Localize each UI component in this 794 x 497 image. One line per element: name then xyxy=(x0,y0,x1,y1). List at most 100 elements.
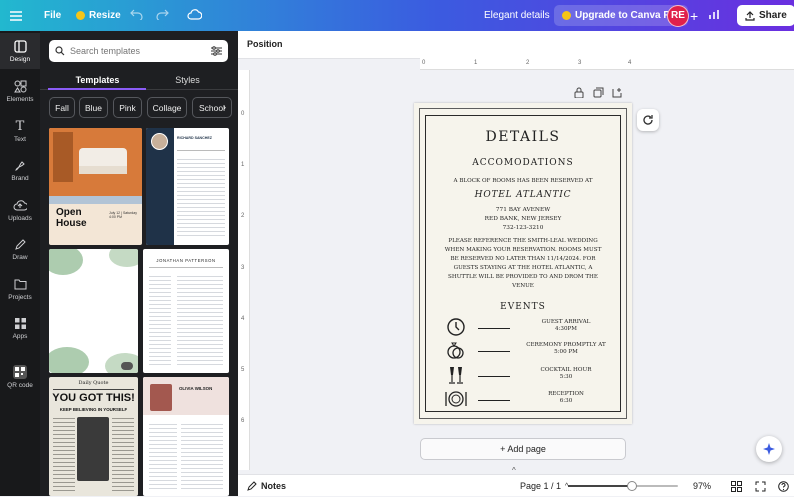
fullscreen-icon[interactable] xyxy=(755,475,766,497)
page-indicator-button[interactable]: Page 1 / 1 ^ xyxy=(520,475,568,497)
page-title[interactable]: DETAILS xyxy=(414,129,632,145)
filter-icon[interactable] xyxy=(211,46,222,56)
zoom-slider-knob[interactable] xyxy=(626,481,637,491)
event-row[interactable]: CEREMONY PROMPTLY AT 5:00 PM xyxy=(444,340,610,362)
side-rail: Design Elements T Text Brand Uploads Dra… xyxy=(0,31,40,496)
chip-fall[interactable]: Fall xyxy=(49,97,75,118)
add-page-icon[interactable] xyxy=(612,87,623,101)
zoom-slider[interactable] xyxy=(568,481,678,491)
ruler-tick: 2 xyxy=(241,213,245,219)
position-button[interactable]: Position xyxy=(247,39,283,49)
chip-blue[interactable]: Blue xyxy=(79,97,108,118)
phone-number[interactable]: 732-123-3210 xyxy=(414,225,632,231)
events-heading[interactable]: EVENTS xyxy=(414,302,632,312)
zoom-level[interactable]: 97% xyxy=(693,475,711,497)
redo-icon[interactable] xyxy=(156,9,169,23)
search-box[interactable] xyxy=(49,40,228,62)
ruler-tick: 3 xyxy=(241,265,245,271)
rail-label: QR code xyxy=(7,382,33,389)
analytics-icon[interactable] xyxy=(709,9,721,23)
rail-item-qr-code[interactable]: QR code xyxy=(0,359,40,395)
champagne-icon xyxy=(449,367,463,384)
notes-label: Notes xyxy=(261,481,287,491)
lock-icon[interactable] xyxy=(574,87,584,101)
upgrade-label: Upgrade to Canva Pro xyxy=(575,10,681,21)
paragraph-line-5[interactable]: SHUTTLE WILL BE PROVIDED TO AND DROM THE xyxy=(414,274,632,280)
event-text: RECEPTION 6:30 xyxy=(548,391,584,405)
paragraph-line-2[interactable]: WHEN MAKING YOUR RESERVATION. ROOMS MUST xyxy=(414,247,632,253)
notes-button[interactable]: Notes xyxy=(247,475,286,497)
rail-item-brand[interactable]: Brand xyxy=(0,152,40,188)
chevron-right-icon[interactable]: › xyxy=(223,102,226,112)
design-page[interactable]: DETAILS ACCOMODATIONS A BLOCK OF ROOMS H… xyxy=(414,103,632,424)
rail-item-apps[interactable]: Apps xyxy=(0,310,40,346)
duplicate-icon[interactable] xyxy=(593,87,604,101)
event-row[interactable]: COCKTAIL HOUR 5:30 xyxy=(444,365,610,387)
resize-button[interactable]: Resize xyxy=(70,7,127,24)
avatar[interactable]: RE xyxy=(667,4,689,27)
chip-school[interactable]: School xyxy=(192,97,232,118)
elements-icon xyxy=(13,79,27,93)
hotel-name[interactable]: HOTEL ATLANTIC xyxy=(414,190,632,200)
rail-item-projects[interactable]: Projects xyxy=(0,271,40,307)
templates-panel: Templates Styles Fall Blue Pink Collage … xyxy=(40,31,238,496)
ruler-tick: 1 xyxy=(241,162,245,168)
event-row[interactable]: RECEPTION 6:30 xyxy=(444,389,610,411)
leaf-top-right xyxy=(109,249,138,267)
tab-styles[interactable]: Styles xyxy=(138,71,237,89)
resume-line xyxy=(177,150,225,151)
tab-templates[interactable]: Templates xyxy=(48,71,147,89)
paragraph-line-3[interactable]: BE RESERVED NO LATER THAN 11/14/2024. FO… xyxy=(414,256,632,262)
template-thumb-resume-olivia[interactable]: OLIVIA WILSON xyxy=(143,377,229,496)
help-icon[interactable] xyxy=(778,475,789,497)
rail-item-elements[interactable]: Elements xyxy=(0,73,40,109)
template-thumb-open-house[interactable]: Open House July 12 | Saturday 4:00 PM xyxy=(49,128,142,245)
horizontal-ruler: 0 1 2 3 4 xyxy=(420,58,794,70)
address-line-1[interactable]: 771 BAY AVENEW xyxy=(414,207,632,213)
share-icon xyxy=(745,10,755,21)
template-thumb-resume-jonathan[interactable]: JONATHAN PATTERSON xyxy=(143,249,229,373)
ruler-tick: 2 xyxy=(526,60,530,66)
refresh-icon xyxy=(643,115,653,125)
menu-button[interactable] xyxy=(10,0,22,31)
label-strip xyxy=(49,196,142,204)
file-menu[interactable]: File xyxy=(38,7,67,24)
undo-icon[interactable] xyxy=(130,9,143,23)
rail-item-design[interactable]: Design xyxy=(0,33,40,69)
design-icon xyxy=(13,39,27,53)
chip-pink[interactable]: Pink xyxy=(113,97,142,118)
rail-item-uploads[interactable]: Uploads xyxy=(0,192,40,228)
resize-crown-icon xyxy=(76,11,85,20)
event-text: CEREMONY PROMPTLY AT 5:00 PM xyxy=(526,342,606,356)
block-line[interactable]: A BLOCK OF ROOMS HAS BEEN RESERVED AT xyxy=(414,178,632,184)
event-row[interactable]: GUEST ARRIVAL 4:30PM xyxy=(444,317,610,339)
projects-icon xyxy=(13,277,27,291)
rail-label: Uploads xyxy=(8,215,32,222)
resume-photo xyxy=(151,133,168,150)
chip-collage[interactable]: Collage xyxy=(147,97,187,118)
search-input[interactable] xyxy=(70,46,206,56)
text-icon: T xyxy=(15,118,25,134)
resume2-name: JONATHAN PATTERSON xyxy=(156,258,216,263)
magic-assistant-button[interactable] xyxy=(756,436,782,462)
document-title[interactable]: Elegant details xyxy=(484,10,550,21)
grid-view-icon[interactable] xyxy=(731,475,742,497)
share-button[interactable]: Share xyxy=(737,5,794,26)
rail-item-text[interactable]: T Text xyxy=(0,113,40,149)
paragraph-line-4[interactable]: GUESTS STAYING AT THE HOTEL ATLANTIC, A xyxy=(414,265,632,271)
paragraph-line-1[interactable]: PLEASE REFERENCE THE SMITH-LEAL WEDDING xyxy=(414,238,632,244)
paragraph-line-6[interactable]: VENUE xyxy=(414,283,632,289)
rail-item-draw[interactable]: Draw xyxy=(0,231,40,267)
ruler-tick: 0 xyxy=(241,111,245,117)
template-thumb-resume-richard[interactable]: RICHARD SANCHEZ xyxy=(146,128,229,245)
address-line-2[interactable]: RED BANK, NEW JERSEY xyxy=(414,216,632,222)
refresh-button[interactable] xyxy=(637,109,659,131)
bottom-bar: Notes Page 1 / 1 ^ 97% xyxy=(238,474,794,496)
template-thumb-newspaper[interactable]: Daily Quote YOU GOT THIS! KEEP BELIEVING… xyxy=(49,377,138,496)
newspaper-subtitle: KEEP BELIEVING IN YOURSELF xyxy=(59,407,128,412)
cloud-sync-icon[interactable] xyxy=(187,8,203,23)
add-collaborator-icon[interactable]: + xyxy=(690,8,698,24)
accommodations-heading[interactable]: ACCOMODATIONS xyxy=(414,158,632,168)
template-thumb-eucalyptus[interactable] xyxy=(49,249,138,373)
add-page-button[interactable]: + Add page xyxy=(420,438,626,460)
